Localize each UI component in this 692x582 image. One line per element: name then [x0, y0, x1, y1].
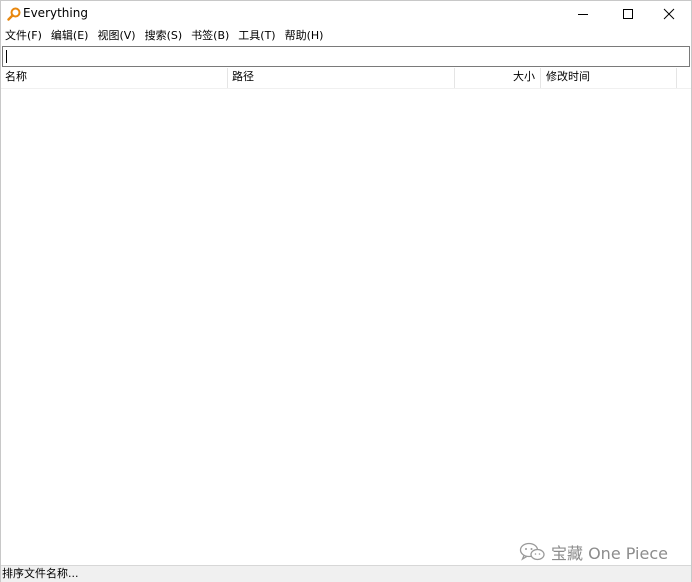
menu-search[interactable]: 搜索(S) — [141, 27, 188, 44]
menu-bar: 文件(F) 编辑(E) 视图(V) 搜索(S) 书签(B) 工具(T) 帮助(H… — [1, 26, 691, 45]
menu-help[interactable]: 帮助(H) — [281, 27, 329, 44]
minimize-icon — [578, 13, 588, 15]
search-input[interactable] — [2, 46, 690, 67]
column-header-name[interactable]: 名称 — [1, 68, 228, 88]
status-bar: 排序文件名称... — [1, 565, 691, 582]
minimize-button[interactable] — [563, 1, 603, 26]
menu-bookmarks[interactable]: 书签(B) — [187, 27, 234, 44]
watermark: 宝藏 One Piece — [519, 541, 668, 563]
maximize-icon — [623, 8, 633, 19]
menu-edit[interactable]: 编辑(E) — [47, 27, 94, 44]
app-window: Everything 文件(F) 编辑(E) 视图(V) 搜索(S) 书签(B)… — [0, 0, 692, 582]
maximize-button[interactable] — [608, 1, 648, 26]
close-button[interactable] — [649, 1, 689, 26]
column-header-size[interactable]: 大小 — [455, 68, 541, 88]
watermark-text: 宝藏 One Piece — [551, 544, 668, 563]
text-caret — [6, 50, 7, 63]
column-header-modified[interactable]: 修改时间 — [541, 68, 677, 88]
window-title: Everything — [23, 6, 88, 20]
menu-file[interactable]: 文件(F) — [1, 27, 47, 44]
close-icon — [663, 8, 675, 19]
column-header-path[interactable]: 路径 — [228, 68, 455, 88]
menu-tools[interactable]: 工具(T) — [234, 27, 280, 44]
menu-view[interactable]: 视图(V) — [93, 27, 140, 44]
title-bar[interactable]: Everything — [1, 1, 691, 26]
status-text: 排序文件名称... — [2, 567, 79, 580]
column-header: 名称 路径 大小 修改时间 — [1, 68, 691, 89]
results-list[interactable] — [1, 89, 691, 565]
magnifier-key-icon — [7, 7, 21, 21]
wechat-icon — [519, 542, 545, 561]
